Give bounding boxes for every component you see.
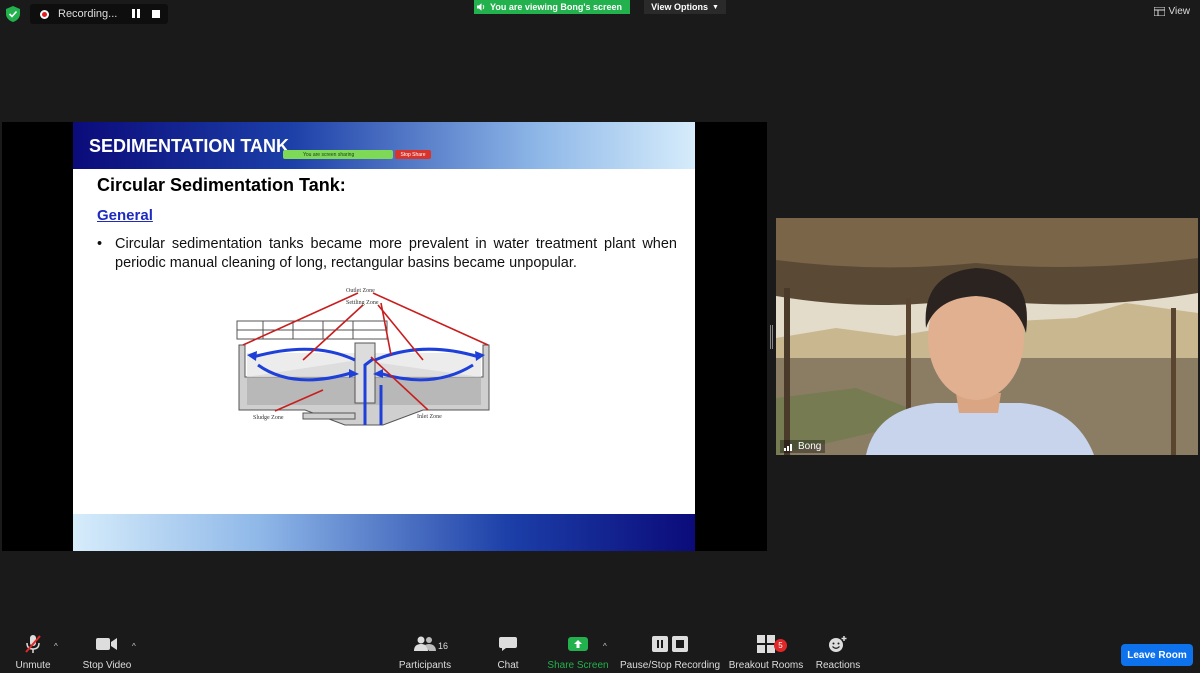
chevron-down-icon: ▼ [711, 3, 719, 11]
share-screen-label: Share Screen [547, 660, 609, 671]
share-screen-button[interactable]: Share Screen [547, 632, 609, 673]
pause-recording-icon[interactable] [132, 9, 142, 19]
inlet-zone-label: Inlet Zone [417, 414, 442, 420]
bullet-text: Circular sedimentation tanks became more… [115, 236, 677, 271]
recording-dot-icon [40, 9, 49, 19]
bullet-icon: • [97, 236, 103, 252]
grid-view-icon [1153, 7, 1165, 16]
stop-icon [672, 636, 688, 652]
meeting-toolbar: Unmute ^ Stop Video ^ Participants 16 Ch… [0, 632, 1200, 673]
video-camera-icon [96, 638, 117, 650]
unmute-label: Unmute [15, 660, 51, 671]
bullet-point: • Circular sedimentation tanks became mo… [97, 235, 677, 273]
breakout-rooms-label: Breakout Rooms [728, 660, 804, 671]
view-button[interactable]: View [1153, 6, 1191, 17]
participant-video[interactable]: Bong [776, 218, 1198, 455]
outlet-zone-label: Outlet Zone [346, 288, 375, 294]
speaker-icon [477, 3, 485, 11]
breakout-rooms-count: 5 [774, 639, 787, 652]
participants-button[interactable]: Participants [396, 632, 454, 673]
reactions-button[interactable]: Reactions [816, 632, 860, 673]
viewing-banner-text: You are viewing Bong's screen [490, 2, 623, 12]
breakout-rooms-button[interactable]: Breakout Rooms [728, 632, 804, 673]
settling-zone-label: Settling Zone [346, 300, 379, 306]
video-frame [776, 218, 1198, 455]
chat-button[interactable]: Chat [490, 632, 526, 673]
section-link: General [97, 207, 153, 224]
view-options-label: View Options [651, 2, 708, 12]
participant-name: Bong [798, 441, 822, 452]
share-options-caret-icon[interactable]: ^ [603, 642, 607, 651]
presentation-slide: SEDIMENTATION TANK You are screen sharin… [73, 122, 695, 551]
audio-options-caret-icon[interactable]: ^ [54, 642, 58, 651]
leave-room-button[interactable]: Leave Room [1121, 644, 1193, 666]
participants-count: 16 [438, 641, 449, 651]
unmute-button[interactable]: Unmute [10, 632, 56, 673]
participant-name-tag: Bong [780, 440, 826, 453]
participants-label: Participants [398, 660, 452, 671]
split-resize-handle[interactable] [770, 325, 773, 349]
sludge-zone-label: Sludge Zone [253, 415, 284, 421]
viewing-screen-banner: You are viewing Bong's screen [474, 0, 630, 14]
reactions-smiley-icon [829, 636, 847, 652]
slide-footer-band [73, 514, 695, 551]
chat-label: Chat [497, 660, 519, 671]
slide-title: SEDIMENTATION TANK [89, 136, 289, 156]
view-label: View [1168, 6, 1191, 17]
signal-strength-icon [784, 443, 792, 451]
pause-stop-recording-button[interactable]: Pause/Stop Recording [619, 632, 721, 673]
breakout-rooms-icon [757, 635, 775, 653]
participants-icon [414, 636, 436, 651]
stop-video-button[interactable]: Stop Video [80, 632, 134, 673]
screen-sharing-banner: You are screen sharing [283, 150, 393, 159]
reactions-label: Reactions [815, 660, 861, 671]
chat-bubble-icon [499, 637, 517, 651]
stop-recording-icon[interactable] [152, 10, 160, 18]
sedimentation-tank-diagram: Outlet Zone Settling Zone Sludge Zone In… [236, 288, 490, 426]
muted-microphone-icon [25, 635, 41, 653]
slide-subtitle: Circular Sedimentation Tank: [97, 175, 346, 195]
recording-indicator: Recording... [30, 4, 168, 24]
pause-icon [652, 636, 668, 652]
view-options-button[interactable]: View Options ▼ [644, 0, 726, 14]
security-shield-icon[interactable] [6, 6, 20, 22]
video-options-caret-icon[interactable]: ^ [132, 642, 136, 651]
share-screen-icon [568, 637, 588, 651]
recording-label: Recording... [58, 8, 118, 20]
stop-video-label: Stop Video [82, 660, 132, 671]
pause-stop-recording-label: Pause/Stop Recording [619, 660, 721, 671]
stop-share-button: Stop Share [395, 150, 431, 159]
walkway-railing [236, 320, 388, 340]
